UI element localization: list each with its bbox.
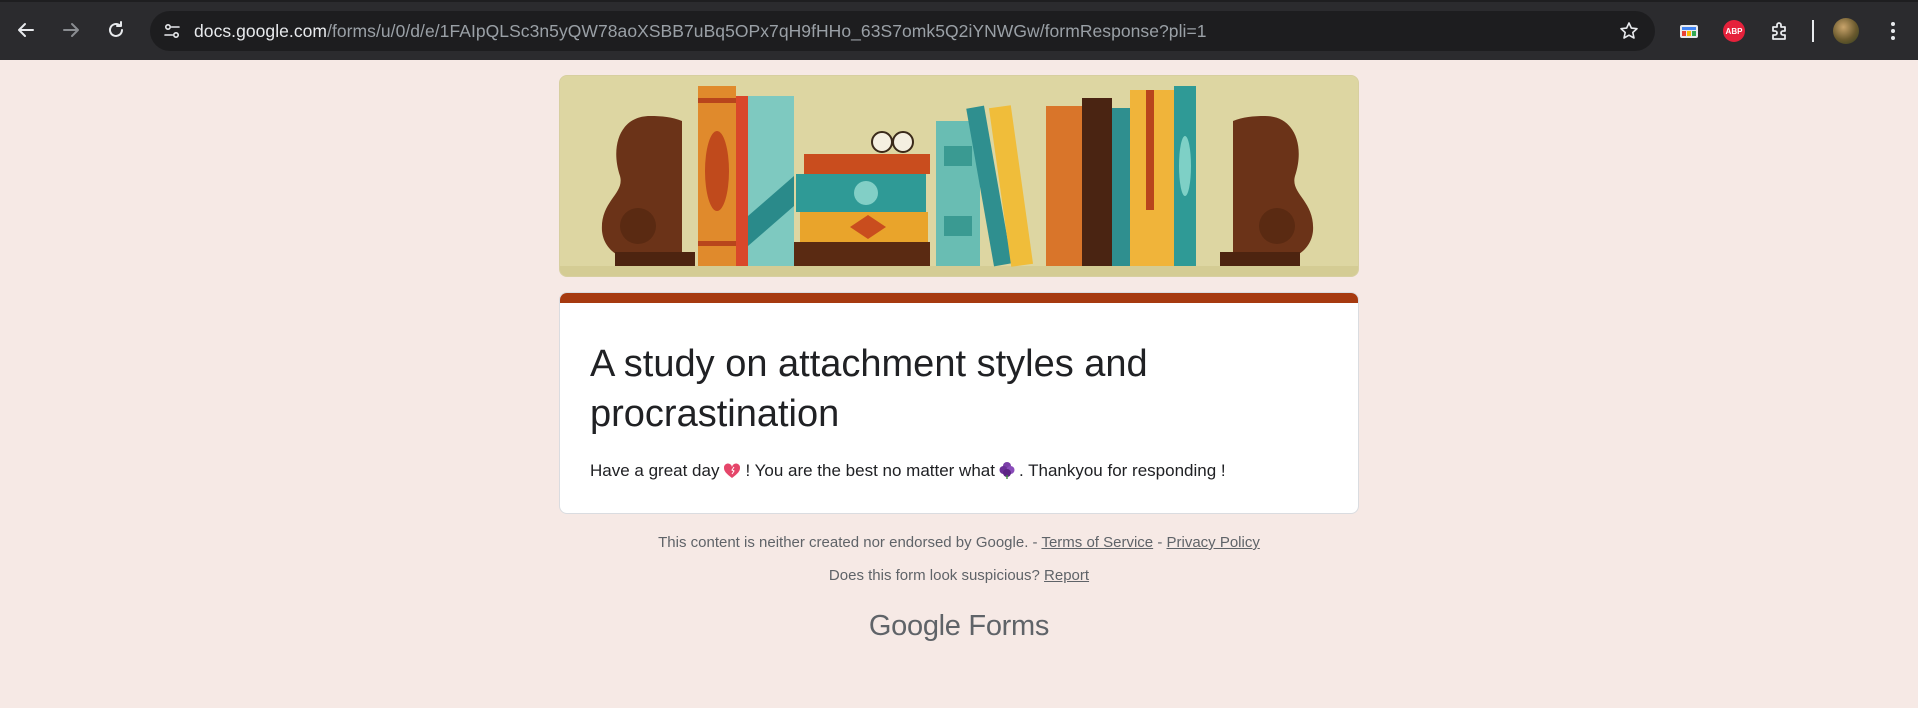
url-host: docs.google.com <box>194 21 328 41</box>
star-icon <box>1620 22 1638 39</box>
puzzle-icon <box>1772 22 1786 40</box>
footer-disclaimer: This content is neither created nor endo… <box>0 534 1918 551</box>
description-text-3: . Thankyou for responding ! <box>1018 461 1226 480</box>
adblock-extension-button[interactable]: ABP <box>1720 17 1748 45</box>
suspicious-text: Does this form look suspicious? <box>828 567 1040 584</box>
privacy-policy-link[interactable]: Privacy Policy <box>1166 534 1259 551</box>
extensions-button[interactable] <box>1766 17 1794 45</box>
toolbar-divider <box>1812 20 1814 42</box>
form-header-image <box>559 75 1359 277</box>
kebab-menu-icon <box>1891 22 1895 40</box>
terms-of-service-link[interactable]: Terms of Service <box>1041 534 1153 551</box>
back-button[interactable] <box>10 14 42 46</box>
description-text-2: ! You are the best no matter what <box>745 461 995 480</box>
form-accent-bar <box>560 293 1358 303</box>
report-link[interactable]: Report <box>1044 567 1089 584</box>
tune-icon <box>164 23 180 39</box>
browser-extension-icon <box>1680 25 1698 38</box>
footer-separator: - <box>1157 534 1163 551</box>
site-settings-button[interactable] <box>158 17 186 45</box>
reload-icon <box>109 21 123 37</box>
heart-emoji-icon <box>723 463 741 484</box>
form-title-card: A study on attachment styles and procras… <box>559 292 1359 514</box>
brand-google: Google <box>868 610 961 642</box>
browser-menu-button[interactable] <box>1879 17 1907 45</box>
forward-button[interactable] <box>55 14 87 46</box>
adblock-plus-icon: ABP <box>1723 20 1745 42</box>
disclaimer-text: This content is neither created nor endo… <box>658 534 1038 551</box>
address-bar[interactable]: docs.google.com/forms/u/0/d/e/1FAIpQLSc3… <box>150 11 1655 51</box>
profile-button[interactable] <box>1832 17 1860 45</box>
url-text[interactable]: docs.google.com/forms/u/0/d/e/1FAIpQLSc3… <box>194 21 1207 42</box>
avatar <box>1833 18 1859 44</box>
extension-button-1[interactable] <box>1675 17 1703 45</box>
url-path: /forms/u/0/d/e/1FAIpQLSc3n5yQW78aoXSBB7u… <box>327 21 1207 41</box>
browser-toolbar: docs.google.com/forms/u/0/d/e/1FAIpQLSc3… <box>0 0 1918 60</box>
footer-report: Does this form look suspicious? Report <box>0 567 1918 584</box>
description-text-1: Have a great day <box>590 461 720 480</box>
arrow-right-icon <box>63 23 79 37</box>
form-title: A study on attachment styles and procras… <box>590 343 1148 435</box>
bookmark-button[interactable] <box>1617 19 1641 43</box>
reload-button[interactable] <box>100 14 132 46</box>
brand-forms: Forms <box>968 610 1050 642</box>
arrow-left-icon <box>18 23 34 37</box>
purple-flower-emoji-icon <box>999 461 1015 484</box>
form-description: Have a great day ! You are the best no ma… <box>590 461 1226 484</box>
bookshelf-illustration <box>560 76 1358 276</box>
google-forms-logo[interactable]: Google Forms <box>0 610 1918 643</box>
tab-strip-edge <box>0 0 1918 2</box>
